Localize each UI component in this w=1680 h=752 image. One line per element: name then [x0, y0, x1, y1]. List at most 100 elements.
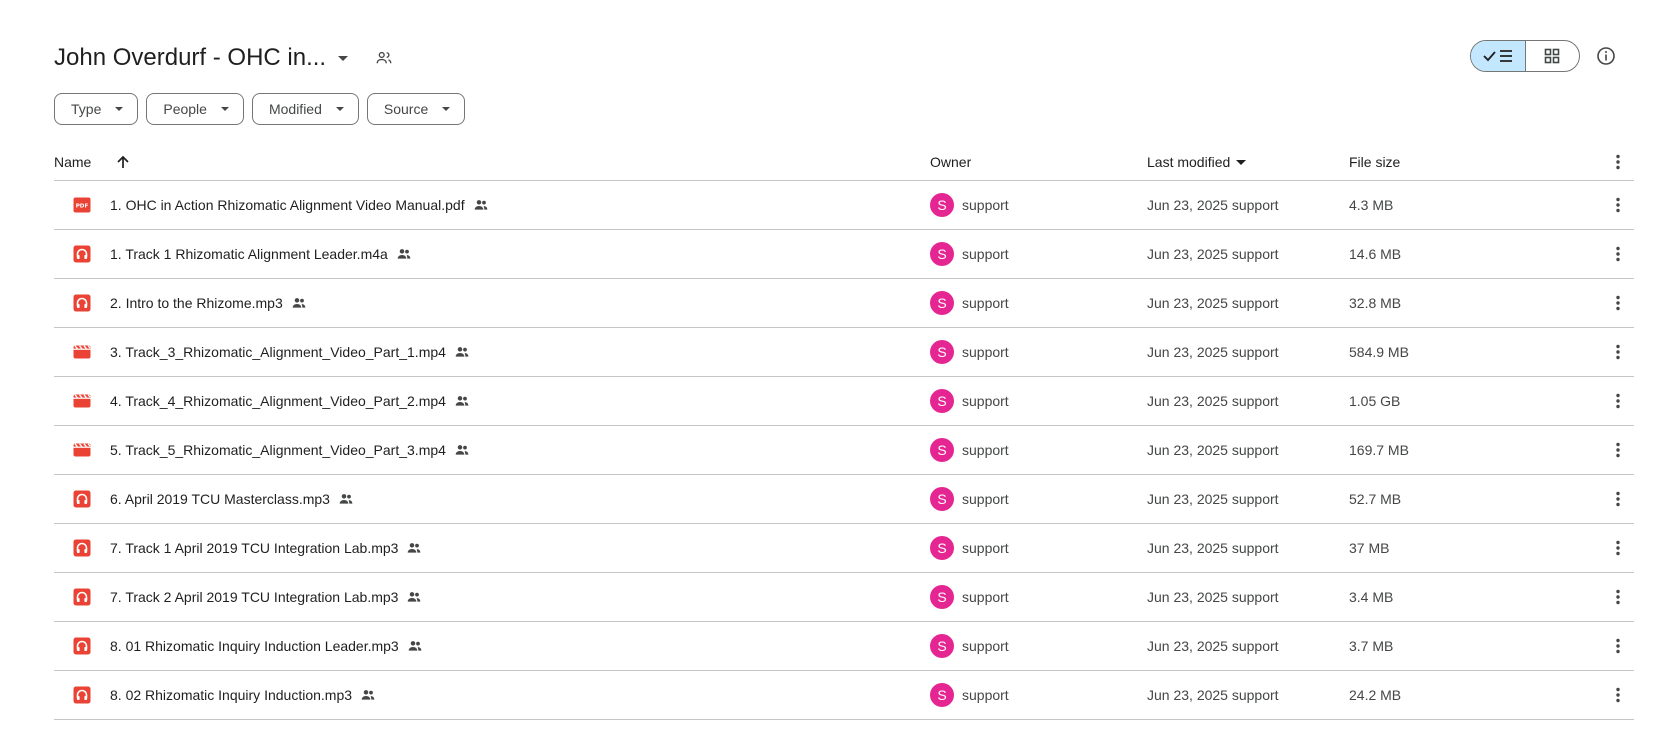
file-type-icon: PDF	[72, 181, 92, 229]
folder-menu-caret-icon[interactable]	[338, 55, 349, 61]
last-modified: Jun 23, 2025 support	[1147, 393, 1279, 409]
owner-name: support	[962, 393, 1009, 409]
folder-title[interactable]: John Overdurf - OHC in...	[54, 44, 326, 72]
audio-icon	[73, 637, 91, 655]
column-owner-label: Owner	[930, 154, 972, 170]
more-actions-icon[interactable]	[1606, 573, 1630, 621]
column-last-modified[interactable]: Last modified	[1147, 144, 1247, 180]
more-actions-icon[interactable]	[1606, 279, 1630, 327]
more-actions-icon[interactable]	[1606, 524, 1630, 572]
file-type-icon	[72, 671, 92, 719]
filter-type-label: Type	[71, 101, 102, 117]
filter-people-chip[interactable]: People	[146, 93, 244, 125]
audio-icon	[73, 245, 91, 263]
more-actions-icon[interactable]	[1606, 328, 1630, 376]
audio-icon	[73, 490, 91, 508]
shared-people-icon	[473, 197, 489, 213]
file-size: 169.7 MB	[1349, 442, 1409, 458]
chevron-down-icon	[335, 107, 344, 111]
table-row[interactable]: 7. Track 1 April 2019 TCU Integration La…	[54, 524, 1634, 573]
shared-folder-icon[interactable]	[374, 48, 394, 68]
audio-icon	[73, 686, 91, 704]
info-icon[interactable]	[1594, 44, 1618, 68]
avatar: S	[930, 683, 954, 707]
list-view-button[interactable]	[1471, 41, 1526, 71]
table-row[interactable]: 6. April 2019 TCU Masterclass.mp3 S supp…	[54, 475, 1634, 524]
avatar: S	[930, 242, 954, 266]
file-name: 1. OHC in Action Rhizomatic Alignment Vi…	[110, 197, 465, 213]
file-name: 8. 02 Rhizomatic Inquiry Induction.mp3	[110, 687, 353, 703]
file-table: Name Owner Last modified File size PDF 1…	[54, 144, 1634, 720]
file-name: 2. Intro to the Rhizome.mp3	[110, 295, 283, 311]
file-name: 1. Track 1 Rhizomatic Alignment Leader.m…	[110, 246, 388, 262]
file-name: 6. April 2019 TCU Masterclass.mp3	[110, 491, 330, 507]
table-row[interactable]: 1. Track 1 Rhizomatic Alignment Leader.m…	[54, 230, 1634, 279]
column-owner[interactable]: Owner	[930, 144, 971, 180]
file-name: 3. Track_3_Rhizomatic_Alignment_Video_Pa…	[110, 344, 446, 360]
column-options-icon[interactable]	[1606, 144, 1630, 180]
file-name: 8. 01 Rhizomatic Inquiry Induction Leade…	[110, 638, 399, 654]
file-size: 24.2 MB	[1349, 687, 1402, 703]
more-actions-icon[interactable]	[1606, 377, 1630, 425]
list-view-check-icon	[1483, 50, 1512, 62]
view-toggle	[1470, 40, 1580, 72]
table-header: Name Owner Last modified File size	[54, 144, 1634, 181]
more-actions-icon[interactable]	[1606, 475, 1630, 523]
avatar: S	[930, 438, 954, 462]
avatar: S	[930, 634, 954, 658]
filter-source-chip[interactable]: Source	[366, 93, 466, 125]
column-file-size[interactable]: File size	[1349, 144, 1400, 180]
avatar: S	[930, 536, 954, 560]
file-size: 32.8 MB	[1349, 295, 1402, 311]
video-icon	[73, 394, 91, 408]
shared-people-icon	[291, 295, 307, 311]
avatar: S	[930, 389, 954, 413]
last-modified: Jun 23, 2025 support	[1147, 589, 1279, 605]
column-size-label: File size	[1349, 154, 1401, 170]
more-actions-icon[interactable]	[1606, 622, 1630, 670]
file-name: 4. Track_4_Rhizomatic_Alignment_Video_Pa…	[110, 393, 446, 409]
more-actions-icon[interactable]	[1606, 181, 1630, 229]
last-modified: Jun 23, 2025 support	[1147, 344, 1279, 360]
filter-people-label: People	[163, 101, 207, 117]
more-actions-icon[interactable]	[1606, 426, 1630, 474]
avatar: S	[930, 585, 954, 609]
table-row[interactable]: 5. Track_5_Rhizomatic_Alignment_Video_Pa…	[54, 426, 1634, 475]
last-modified: Jun 23, 2025 support	[1147, 197, 1279, 213]
video-icon	[73, 345, 91, 359]
file-type-icon	[72, 279, 92, 327]
sort-dropdown-icon	[1236, 159, 1247, 165]
owner-name: support	[962, 638, 1009, 654]
filter-type-chip[interactable]: Type	[54, 93, 139, 125]
table-row[interactable]: 7. Track 2 April 2019 TCU Integration La…	[54, 573, 1634, 622]
last-modified: Jun 23, 2025 support	[1147, 687, 1279, 703]
filter-chips: Type People Modified Source	[54, 93, 466, 125]
table-row[interactable]: 4. Track_4_Rhizomatic_Alignment_Video_Pa…	[54, 377, 1634, 426]
more-actions-icon[interactable]	[1606, 671, 1630, 719]
file-type-icon	[72, 622, 92, 670]
file-type-icon	[72, 475, 92, 523]
table-row[interactable]: 8. 02 Rhizomatic Inquiry Induction.mp3 S…	[54, 671, 1634, 720]
last-modified: Jun 23, 2025 support	[1147, 540, 1279, 556]
file-type-icon	[72, 573, 92, 621]
file-size: 37 MB	[1349, 540, 1390, 556]
owner-name: support	[962, 491, 1009, 507]
shared-people-icon	[406, 589, 422, 605]
table-row[interactable]: 2. Intro to the Rhizome.mp3 S support Ju…	[54, 279, 1634, 328]
file-type-icon	[72, 328, 92, 376]
owner-name: support	[962, 344, 1009, 360]
chevron-down-icon	[442, 107, 451, 111]
audio-icon	[73, 588, 91, 606]
grid-view-button[interactable]	[1526, 41, 1580, 71]
file-size: 1.05 GB	[1349, 393, 1401, 409]
more-actions-icon[interactable]	[1606, 230, 1630, 278]
column-name[interactable]: Name	[54, 144, 133, 180]
file-name: 7. Track 2 April 2019 TCU Integration La…	[110, 589, 399, 605]
file-type-icon	[72, 230, 92, 278]
table-row[interactable]: 3. Track_3_Rhizomatic_Alignment_Video_Pa…	[54, 328, 1634, 377]
table-row[interactable]: 8. 01 Rhizomatic Inquiry Induction Leade…	[54, 622, 1634, 671]
owner-name: support	[962, 687, 1009, 703]
sort-arrow-up-icon[interactable]	[113, 152, 133, 172]
filter-modified-chip[interactable]: Modified	[251, 93, 359, 125]
table-row[interactable]: PDF 1. OHC in Action Rhizomatic Alignmen…	[54, 181, 1634, 230]
